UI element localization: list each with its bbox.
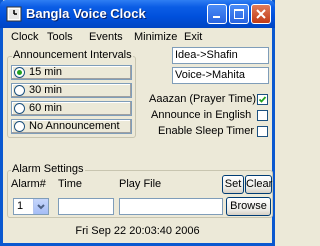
announcement-intervals-group: Announcement Intervals 15 min 30 min 60 … <box>7 49 136 138</box>
interval-60-label: 60 min <box>29 102 63 114</box>
interval-15-radio[interactable]: 15 min <box>11 65 132 80</box>
alarm-number-select[interactable]: 1 <box>13 198 49 215</box>
menu-events[interactable]: Events <box>89 31 123 43</box>
close-icon <box>256 9 266 19</box>
radio-circle-icon <box>14 103 25 114</box>
radio-circle-icon <box>14 85 25 96</box>
status-datetime: Fri Sep 22 20:03:40 2006 <box>75 225 200 237</box>
aaazan-label: Aaazan (Prayer Time) <box>149 93 256 105</box>
no-announcement-label: No Announcement <box>29 120 120 132</box>
announce-english-checkbox[interactable] <box>257 110 268 121</box>
alarm-number-value: 1 <box>17 200 24 212</box>
interval-30-radio[interactable]: 30 min <box>11 83 132 98</box>
minimize-button[interactable] <box>207 4 227 24</box>
radio-selected-dot <box>17 70 22 75</box>
status-bar: Fri Sep 22 20:03:40 2006 <box>3 219 272 243</box>
interval-30-label: 30 min <box>29 84 63 96</box>
menu-exit[interactable]: Exit <box>184 31 202 43</box>
idea-voice-field[interactable]: Idea->Shafin <box>172 47 269 64</box>
radio-circle-icon <box>14 121 25 132</box>
sleep-timer-label: Enable Sleep Timer <box>158 125 254 137</box>
announce-english-label: Announce in English <box>151 109 252 121</box>
alarm-number-header: Alarm# <box>11 178 46 190</box>
alarm-settings-legend: Alarm Settings <box>11 163 85 175</box>
browse-button[interactable]: Browse <box>226 197 271 216</box>
title-bar[interactable]: Bangla Voice Clock <box>0 0 275 28</box>
clear-button[interactable]: Clear <box>245 175 272 194</box>
aaazan-checkbox[interactable] <box>257 94 268 105</box>
chevron-down-icon <box>37 204 45 210</box>
maximize-icon <box>234 9 244 19</box>
voice-field[interactable]: Voice->Mahita <box>172 67 269 84</box>
alarm-time-input[interactable] <box>58 198 114 215</box>
set-button[interactable]: Set <box>222 175 244 194</box>
announcement-intervals-legend: Announcement Intervals <box>12 49 133 61</box>
sleep-timer-checkbox[interactable] <box>257 126 268 137</box>
menu-tools[interactable]: Tools <box>47 31 73 43</box>
radio-circle-icon <box>14 67 25 78</box>
menu-minimize[interactable]: Minimize <box>134 31 177 43</box>
close-button[interactable] <box>251 4 271 24</box>
clock-app-icon <box>6 6 22 22</box>
window-title: Bangla Voice Clock <box>26 6 146 21</box>
time-header: Time <box>58 178 83 190</box>
no-announcement-radio[interactable]: No Announcement <box>11 119 132 134</box>
checkmark-icon <box>258 96 267 103</box>
app-window: Bangla Voice Clock Clock Tools Events Mi… <box>0 0 275 246</box>
menu-clock[interactable]: Clock <box>11 31 39 43</box>
interval-15-label: 15 min <box>29 66 63 78</box>
minimize-icon <box>213 16 220 18</box>
interval-60-radio[interactable]: 60 min <box>11 101 132 116</box>
alarm-file-input[interactable] <box>119 198 223 215</box>
menu-bar: Clock Tools Events Minimize Exit <box>3 28 272 45</box>
maximize-button[interactable] <box>229 4 249 24</box>
dropdown-arrow[interactable] <box>33 199 48 214</box>
play-file-header: Play File <box>119 178 162 190</box>
